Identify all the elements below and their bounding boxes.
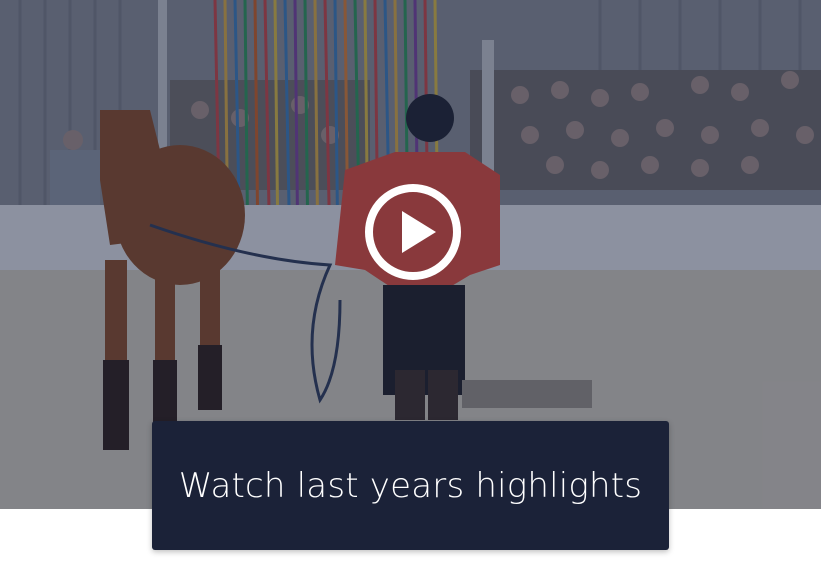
watch-highlights-label: Watch last years highlights bbox=[178, 465, 643, 506]
watch-highlights-button[interactable]: Watch last years highlights bbox=[152, 421, 669, 550]
play-circle-icon bbox=[365, 184, 461, 280]
play-button[interactable] bbox=[365, 184, 461, 280]
video-highlights-card: Watch last years highlights bbox=[0, 0, 821, 562]
